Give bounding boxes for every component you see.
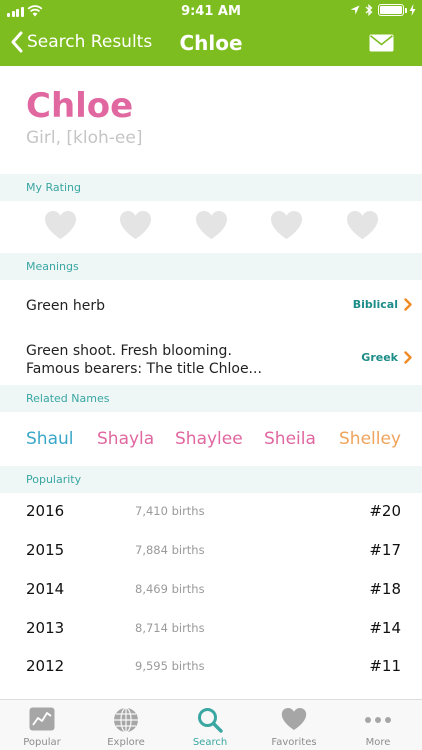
section-title: Related Names [26, 392, 110, 405]
heart-icon [281, 707, 307, 731]
popularity-births: 8,714 births [135, 621, 205, 635]
meaning-text: Green herb [26, 298, 105, 314]
meaning-text: Green shoot. Fresh blooming. Famous bear… [26, 343, 262, 377]
section-title: My Rating [26, 181, 81, 194]
section-header-meanings: Meanings [0, 253, 422, 280]
related-name-link[interactable]: Shaul [26, 429, 73, 449]
status-bar: 9:41 AM [0, 0, 422, 22]
tab-bar: Popular Explore Search Favorites More [0, 699, 422, 750]
related-names-list: Shaul Shayla Shaylee Sheila Shelley [0, 412, 422, 466]
meaning-row-1[interactable]: Green herb Biblical [0, 280, 422, 332]
name-header: Chloe Girl, [kloh-ee] [0, 66, 422, 174]
origin-link-greek[interactable]: Greek [361, 351, 412, 364]
chevron-right-icon [404, 298, 412, 311]
meaning-row-2[interactable]: Green shoot. Fresh blooming. Famous bear… [0, 332, 422, 385]
related-name-link[interactable]: Shaylee [175, 429, 243, 449]
tab-search[interactable]: Search [168, 700, 252, 750]
popularity-year: 2015 [26, 541, 65, 559]
popularity-row: 2015 7,884 births #17 [0, 531, 422, 570]
globe-icon [114, 707, 138, 733]
section-header-popularity: Popularity [0, 466, 422, 493]
search-icon [198, 708, 223, 733]
chart-icon [29, 707, 55, 731]
back-button-label: Search Results [27, 32, 153, 52]
popularity-rank: #11 [369, 657, 401, 675]
section-header-related: Related Names [0, 385, 422, 412]
tab-more[interactable]: More [336, 700, 420, 750]
section-title: Popularity [26, 473, 82, 486]
rating-heart-1-icon[interactable] [44, 210, 77, 240]
chevron-left-icon [11, 31, 23, 53]
popularity-rank: #20 [369, 502, 401, 520]
tab-label: Popular [23, 737, 61, 748]
more-icon [365, 717, 391, 723]
related-name-link[interactable]: Sheila [264, 429, 316, 449]
popularity-row: 2013 8,714 births #14 [0, 609, 422, 648]
rating-heart-3-icon[interactable] [195, 210, 228, 240]
tab-explore[interactable]: Explore [84, 700, 168, 750]
popularity-births: 9,595 births [135, 659, 205, 673]
tab-favorites[interactable]: Favorites [252, 700, 336, 750]
rating-hearts [0, 201, 422, 253]
back-button[interactable]: Search Results [10, 31, 152, 53]
mail-icon[interactable] [369, 34, 394, 52]
popularity-row: 2012 9,595 births #11 [0, 647, 422, 686]
popularity-year: 2013 [26, 619, 65, 637]
section-header-rating: My Rating [0, 174, 422, 201]
related-name-link[interactable]: Shayla [97, 429, 154, 449]
popularity-births: 8,469 births [135, 582, 205, 596]
top-bar: 9:41 AM Search Results Chloe [0, 0, 422, 66]
popularity-year: 2012 [26, 657, 65, 675]
rating-heart-2-icon[interactable] [119, 210, 152, 240]
rating-heart-5-icon[interactable] [346, 210, 379, 240]
battery-icon [378, 4, 407, 16]
popularity-births: 7,884 births [135, 543, 205, 557]
tab-label: Favorites [271, 737, 317, 748]
popularity-row: 2016 7,410 births #20 [0, 492, 422, 531]
popularity-year: 2014 [26, 580, 65, 598]
popularity-rank: #18 [369, 580, 401, 598]
section-title: Meanings [26, 260, 79, 273]
tab-label: Search [192, 737, 228, 748]
location-arrow-icon [350, 5, 360, 15]
popularity-row: 2014 8,469 births #18 [0, 570, 422, 609]
tab-popular[interactable]: Popular [0, 700, 84, 750]
popularity-rank: #17 [369, 541, 401, 559]
status-right-icons [350, 4, 416, 16]
bluetooth-icon [365, 4, 373, 16]
related-name-link[interactable]: Shelley [339, 429, 401, 449]
popularity-year: 2016 [26, 502, 65, 520]
tab-label: More [365, 737, 391, 748]
popularity-rank: #14 [369, 619, 401, 637]
rating-heart-4-icon[interactable] [270, 210, 303, 240]
chevron-right-icon [404, 351, 412, 364]
tab-label: Explore [107, 737, 145, 748]
origin-link-biblical[interactable]: Biblical [353, 298, 412, 311]
popularity-births: 7,410 births [135, 504, 205, 518]
name-gender-pronunciation: Girl, [kloh-ee] [26, 128, 143, 148]
charging-icon [409, 4, 416, 16]
name-title: Chloe [26, 86, 134, 126]
navigation-bar: Search Results Chloe [0, 22, 422, 66]
